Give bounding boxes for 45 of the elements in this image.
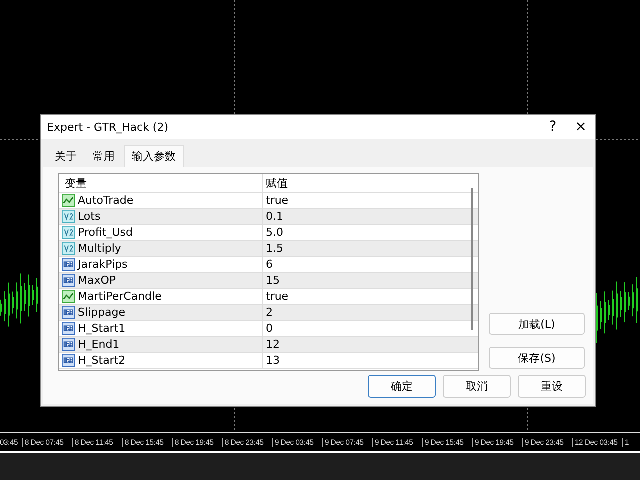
- close-button[interactable]: ×: [567, 119, 595, 135]
- reset-button[interactable]: 重设: [518, 375, 586, 398]
- v2-icon: [62, 242, 75, 255]
- parameter-value[interactable]: 0.1: [263, 210, 284, 223]
- parameter-value[interactable]: 15: [263, 274, 280, 287]
- parameter-value[interactable]: 5.0: [263, 226, 284, 239]
- save-button[interactable]: 保存(S): [489, 347, 585, 369]
- window-title: Expert - GTR_Hack (2): [47, 120, 170, 134]
- number-icon: [62, 258, 75, 271]
- parameter-value[interactable]: 12: [263, 338, 280, 351]
- v2-icon: [62, 210, 75, 223]
- parameter-value[interactable]: 13: [263, 354, 280, 367]
- column-header: 赋值: [265, 176, 288, 190]
- number-icon: [62, 338, 75, 351]
- parameter-value[interactable]: true: [263, 194, 289, 207]
- parameter-value[interactable]: 2: [263, 306, 273, 319]
- chart-line-icon: [62, 194, 75, 207]
- chart-line-icon: [62, 290, 75, 303]
- parameter-value[interactable]: 1.5: [263, 242, 284, 255]
- v2-icon: [62, 226, 75, 239]
- number-icon: [62, 306, 75, 319]
- number-icon: [62, 354, 75, 367]
- parameter-name[interactable]: Multiply: [78, 242, 122, 255]
- help-button[interactable]: ?: [539, 119, 567, 135]
- parameter-name[interactable]: JarakPips: [78, 258, 128, 271]
- number-icon: [62, 274, 75, 287]
- parameter-name[interactable]: H_Start2: [78, 354, 126, 367]
- parameter-name[interactable]: AutoTrade: [78, 194, 134, 207]
- parameter-name[interactable]: Lots: [78, 210, 101, 223]
- parameter-name[interactable]: H_End1: [78, 338, 120, 351]
- parameter-name[interactable]: MartiPerCandle: [78, 290, 162, 303]
- scrollbar[interactable]: [471, 188, 473, 330]
- parameter-name[interactable]: MaxOP: [78, 274, 116, 287]
- number-icon: [62, 322, 75, 335]
- parameter-value[interactable]: 0: [263, 322, 273, 335]
- parameter-value[interactable]: true: [263, 290, 289, 303]
- tab[interactable]: 输入参数: [124, 145, 184, 167]
- parameter-name[interactable]: Slippage: [78, 306, 126, 319]
- ok-button[interactable]: 确定: [368, 375, 436, 398]
- parameter-value[interactable]: 6: [263, 258, 273, 271]
- parameter-name[interactable]: Profit_Usd: [78, 226, 133, 239]
- load-button[interactable]: 加载(L): [489, 313, 585, 335]
- column-header: 变量: [65, 176, 87, 190]
- parameter-name[interactable]: H_Start1: [78, 322, 126, 335]
- cancel-button[interactable]: 取消: [443, 375, 511, 398]
